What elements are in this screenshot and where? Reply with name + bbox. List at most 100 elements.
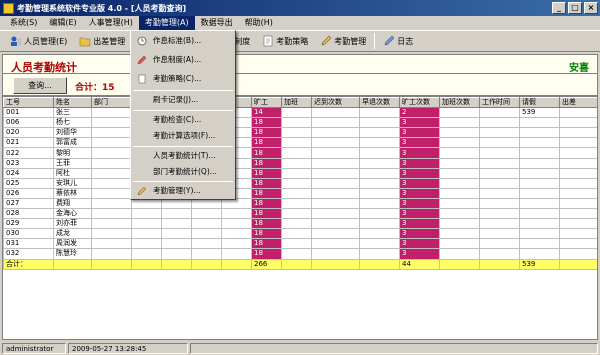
query-button[interactable]: 查询... <box>13 77 67 94</box>
total-row[interactable]: 合计： 266 44 539 <box>3 258 597 270</box>
table-cell <box>161 258 192 270</box>
table-cell <box>91 208 132 220</box>
table-cell: 金海心 <box>53 208 92 220</box>
table-cell <box>251 278 282 290</box>
menu-item-dept-stats[interactable]: 部门考勤统计(Q)... <box>133 165 233 179</box>
table-cell <box>91 157 132 169</box>
table-cell <box>3 268 54 280</box>
column-header[interactable]: 部门 <box>91 97 132 109</box>
column-header[interactable]: 出差 <box>559 97 597 109</box>
table-row[interactable]: 028 金海心 18 3 <box>3 208 597 220</box>
menu-item-work-standard[interactable]: 作息标准(B)... <box>133 34 233 48</box>
table-cell <box>91 288 132 300</box>
column-header[interactable]: 姓名 <box>53 97 92 109</box>
attendance-button[interactable]: 考勤管理 <box>314 32 372 50</box>
policy-button[interactable]: 考勤策略 <box>256 32 314 50</box>
table-row[interactable]: 006 杨七 18 3 <box>3 117 597 129</box>
table-cell <box>161 288 192 300</box>
table-cell: 18 <box>251 117 282 129</box>
table-cell <box>439 268 480 280</box>
table-cell <box>479 117 520 129</box>
table-cell: 郭富成 <box>53 137 92 149</box>
data-grid[interactable]: 工号 姓名 部门 旷工 加班 迟到次数 早退次数 旷工次数 加班次数 工作时间 … <box>2 96 598 340</box>
table-cell: 028 <box>3 208 54 220</box>
menu-item-work-system[interactable]: 作息制度(A)... <box>133 53 233 67</box>
menu-item-label: 部门考勤统计(Q)... <box>153 167 217 176</box>
table-cell <box>131 248 162 260</box>
table-cell <box>439 218 480 230</box>
maximize-button[interactable]: □ <box>568 2 582 14</box>
menu-help[interactable]: 帮助(H) <box>239 16 279 30</box>
table-row[interactable]: 025 安琪儿 18 3 <box>3 177 597 189</box>
table-cell <box>251 268 282 280</box>
toolbar: 人员管理(E) 出差管理 制度 考勤策略 考勤管理 日志 <box>0 30 600 52</box>
menu-item-calc-options[interactable]: 考勤计算选项(F)... <box>133 129 233 143</box>
table-row[interactable]: 031 周润发 18 3 <box>3 238 597 250</box>
table-row[interactable]: 020 刘德华 18 3 <box>3 127 597 139</box>
table-row[interactable]: 026 蔡依林 18 3 <box>3 187 597 199</box>
table-cell <box>519 127 560 139</box>
table-cell <box>559 228 597 240</box>
toolbar-separator <box>374 33 376 49</box>
table-cell <box>559 107 597 119</box>
column-header[interactable]: 工号 <box>3 97 54 109</box>
table-row[interactable]: 027 费翔 18 3 <box>3 197 597 210</box>
log-button[interactable]: 日志 <box>377 32 419 50</box>
table-cell <box>559 208 597 220</box>
menu-item-check[interactable]: 考勤检查(C)... <box>133 113 233 127</box>
menu-item-attendance-manage[interactable]: 考勤管理(Y)... <box>133 184 233 198</box>
menu-bar: 系统(S) 编辑(E) 人事管理(H) 考勤管理(A) 数据导出 帮助(H) <box>0 16 600 30</box>
table-cell <box>281 238 312 250</box>
table-cell <box>251 288 282 300</box>
menu-item-policy[interactable]: 考勤策略(C)... <box>133 72 233 86</box>
title-bar: 考勤管理系统软件专业版 4.0 - [人员考勤查询] _ □ × <box>0 0 600 16</box>
table-row[interactable]: 023 王菲 18 3 <box>3 157 597 169</box>
table-cell <box>191 268 222 280</box>
table-cell: 3 <box>399 127 440 139</box>
table-cell: 027 <box>3 197 54 210</box>
table-cell <box>359 117 400 129</box>
table-cell: 18 <box>251 187 282 199</box>
column-header[interactable]: 加班 <box>281 97 312 109</box>
menu-item-label: 作息标准(B)... <box>153 36 202 45</box>
table-row[interactable]: 021 郭富成 18 3 <box>3 137 597 149</box>
staff-button[interactable]: 人员管理(E) <box>4 32 73 50</box>
table-row[interactable]: 032 陈慧玲 18 3 <box>3 248 597 260</box>
table-cell <box>559 278 597 290</box>
table-cell <box>311 117 360 129</box>
table-cell <box>439 177 480 189</box>
column-header[interactable]: 旷工次数 <box>399 97 440 109</box>
menu-edit[interactable]: 编辑(E) <box>43 16 82 30</box>
table-cell: 020 <box>3 127 54 139</box>
table-cell <box>359 177 400 189</box>
column-header[interactable]: 迟到次数 <box>311 97 360 109</box>
table-cell <box>281 218 312 230</box>
table-row[interactable]: 022 黎明 18 3 <box>3 147 597 159</box>
menu-item-punch-records[interactable]: 刷卡记录(J)... <box>133 93 233 107</box>
menu-system[interactable]: 系统(S) <box>4 16 43 30</box>
table-cell <box>53 278 92 290</box>
close-button[interactable]: × <box>584 2 598 14</box>
table-cell <box>519 117 560 129</box>
menu-attendance[interactable]: 考勤管理(A) <box>138 16 195 30</box>
column-header[interactable]: 工作时间 <box>479 97 520 109</box>
menu-export[interactable]: 数据导出 <box>195 16 239 30</box>
menu-hr[interactable]: 人事管理(H) <box>83 16 139 30</box>
table-cell <box>53 258 92 270</box>
table-cell <box>519 228 560 240</box>
leave-button[interactable]: 出差管理 <box>73 32 131 50</box>
table-cell <box>559 187 597 199</box>
table-row[interactable]: 030 成龙 18 3 <box>3 228 597 240</box>
menu-item-staff-stats[interactable]: 人员考勤统计(T)... <box>133 149 233 163</box>
table-row[interactable]: 024 阿杜 18 3 <box>3 167 597 179</box>
table-cell <box>559 238 597 250</box>
minimize-button[interactable]: _ <box>552 2 566 14</box>
table-row[interactable]: 001 张三 14 2 539 <box>3 107 597 119</box>
table-cell: 18 <box>251 167 282 179</box>
column-header[interactable]: 旷工 <box>251 97 282 109</box>
table-row[interactable]: 029 刘亦菲 18 3 <box>3 218 597 230</box>
column-header[interactable]: 早退次数 <box>359 97 400 109</box>
table-cell <box>519 268 560 280</box>
column-header[interactable]: 加班次数 <box>439 97 480 109</box>
column-header[interactable]: 请假 <box>519 97 560 109</box>
